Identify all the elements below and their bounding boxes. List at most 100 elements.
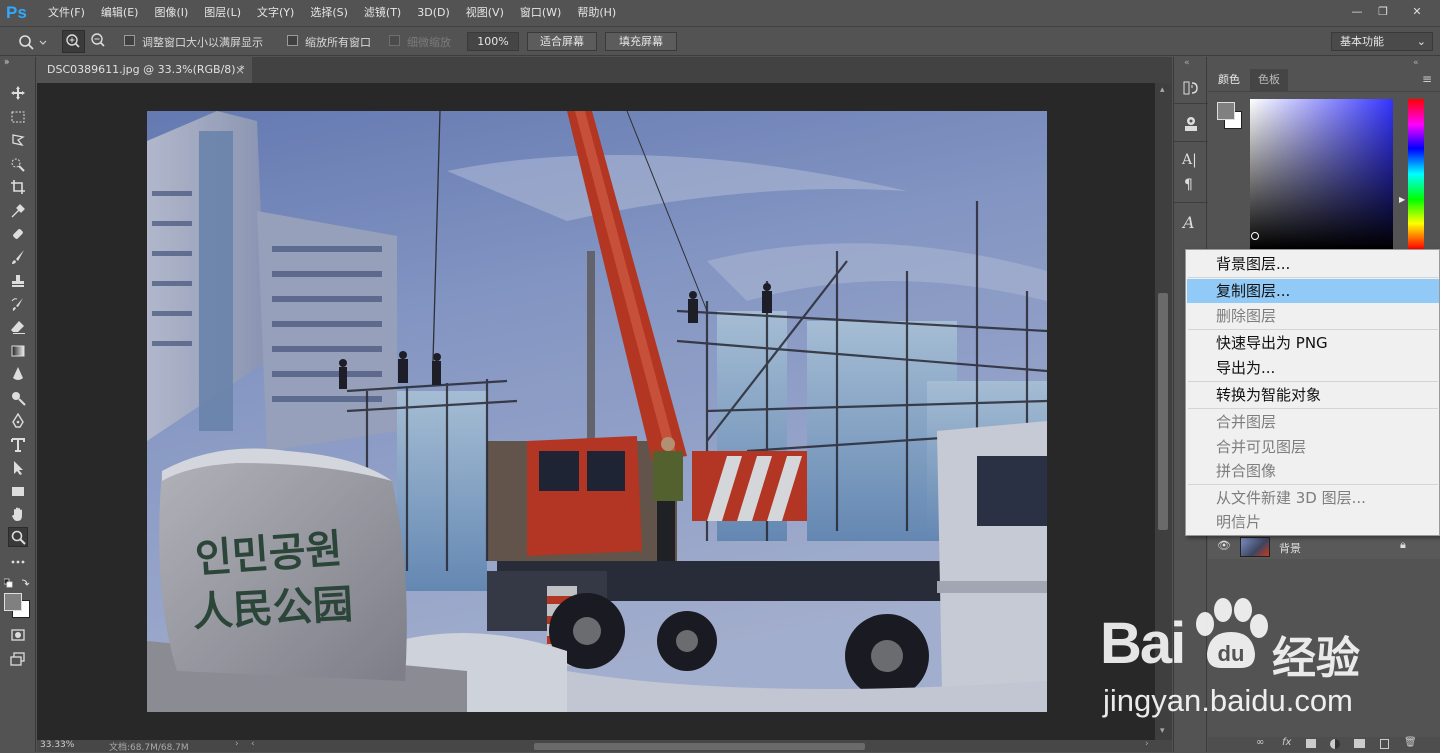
close-tab-icon[interactable]: × <box>235 57 245 83</box>
screen-mode-icon[interactable] <box>8 649 28 669</box>
menu-item-quick-export-png[interactable]: 快速导出为 PNG <box>1187 331 1439 355</box>
blur-tool-icon[interactable] <box>8 364 28 384</box>
move-tool-icon[interactable] <box>8 83 28 103</box>
minimize-button[interactable]: — <box>1346 4 1368 20</box>
layer-name[interactable]: 背景 <box>1279 540 1301 556</box>
adjustment-layer-icon[interactable] <box>1330 739 1340 749</box>
collapse-panel-icon[interactable]: « <box>1413 58 1419 68</box>
healing-brush-tool-icon[interactable] <box>8 224 28 244</box>
baidu-paw-icon: du <box>1196 598 1268 668</box>
new-layer-icon[interactable] <box>1380 739 1389 749</box>
new-group-icon[interactable] <box>1354 739 1365 748</box>
scroll-up-icon[interactable]: ▴ <box>1160 85 1165 95</box>
layer-row[interactable]: 👁 背景 🔒︎ <box>1208 535 1440 559</box>
scroll-left-icon[interactable]: ‹ <box>251 739 255 749</box>
menu-image[interactable]: 图像(I) <box>146 0 196 26</box>
menu-item-flatten-image[interactable]: 拼合图像 <box>1187 459 1439 483</box>
fit-screen-button[interactable]: 适合屏幕 <box>527 32 597 51</box>
menu-view[interactable]: 视图(V) <box>458 0 512 26</box>
status-zoom[interactable]: 33.33% <box>40 740 74 750</box>
zoom-out-button[interactable] <box>88 30 111 53</box>
menu-item-background-layer[interactable]: 背景图层... <box>1187 252 1439 276</box>
clone-stamp-tool-icon[interactable] <box>8 271 28 291</box>
status-menu-arrow-icon[interactable]: › <box>235 739 239 749</box>
fill-screen-button[interactable]: 填充屏幕 <box>605 32 677 51</box>
tools-panel: » <box>0 57 36 752</box>
tab-swatches[interactable]: 色板 <box>1250 69 1288 91</box>
menu-3d[interactable]: 3D(D) <box>409 0 458 26</box>
swap-colors-icon[interactable] <box>3 577 32 589</box>
tab-color[interactable]: 颜色 <box>1210 69 1248 91</box>
rectangle-tool-icon[interactable] <box>8 481 28 501</box>
menu-item-merge-layers[interactable]: 合并图层 <box>1187 410 1439 434</box>
color-picker-field[interactable] <box>1250 99 1393 249</box>
zoom-all-checkbox[interactable] <box>287 35 298 46</box>
glyphs-panel-icon[interactable]: A <box>1183 213 1201 232</box>
more-tools-icon[interactable] <box>8 552 28 572</box>
menu-item-delete-layer[interactable]: 删除图层 <box>1187 304 1439 328</box>
history-brush-tool-icon[interactable] <box>8 294 28 314</box>
eraser-tool-icon[interactable] <box>8 317 28 337</box>
workspace-switcher[interactable]: 基本功能 ⌄ <box>1331 32 1433 51</box>
eyedropper-tool-icon[interactable] <box>8 201 28 221</box>
document-tab[interactable]: DSC0389611.jpg @ 33.3%(RGB/8) * × <box>37 57 252 83</box>
fx-icon[interactable]: fx <box>1282 737 1291 748</box>
menu-item-new-3d-layer[interactable]: 从文件新建 3D 图层... <box>1187 486 1439 510</box>
hue-slider-marker-icon[interactable]: ▶ <box>1399 195 1405 204</box>
baidu-watermark-jingyan: 经验 <box>1272 633 1360 684</box>
adjustments-panel-icon[interactable] <box>1182 115 1200 133</box>
document-photo[interactable]: 인민공원 人民公园 <box>147 111 1047 712</box>
menu-type[interactable]: 文字(Y) <box>249 0 302 26</box>
menu-item-merge-visible[interactable]: 合并可见图层 <box>1187 435 1439 459</box>
menu-file[interactable]: 文件(F) <box>40 0 93 26</box>
dodge-tool-icon[interactable] <box>8 388 28 408</box>
hue-slider[interactable] <box>1408 99 1424 249</box>
quick-mask-icon[interactable] <box>8 625 28 645</box>
vertical-scroll-thumb[interactable] <box>1158 293 1168 530</box>
close-window-button[interactable]: ✕ <box>1406 4 1428 20</box>
foreground-color-swatch[interactable] <box>4 593 22 611</box>
tool-preset-picker[interactable] <box>16 32 50 52</box>
menu-item-duplicate-layer[interactable]: 复制图层... <box>1187 279 1439 303</box>
path-selection-tool-icon[interactable] <box>8 458 28 478</box>
zoom-percent-field[interactable]: 100% <box>467 32 519 51</box>
color-picker-cursor[interactable] <box>1251 232 1259 240</box>
pen-tool-icon[interactable] <box>8 411 28 431</box>
panel-menu-icon[interactable]: ≡ <box>1422 72 1432 86</box>
gradient-tool-icon[interactable] <box>8 341 28 361</box>
menu-filter[interactable]: 滤镜(T) <box>356 0 409 26</box>
menu-select[interactable]: 选择(S) <box>302 0 356 26</box>
horizontal-scroll-thumb[interactable] <box>534 743 865 750</box>
menu-layer[interactable]: 图层(L) <box>196 0 249 26</box>
zoom-tool-icon[interactable] <box>8 527 28 547</box>
restore-button[interactable]: ❐ <box>1372 4 1394 20</box>
panel-foreground-swatch[interactable] <box>1217 102 1235 120</box>
character-panel-icon[interactable]: A| <box>1182 152 1200 170</box>
collapse-left-icon[interactable]: » <box>4 57 10 67</box>
type-tool-icon[interactable] <box>8 435 28 455</box>
menu-item-postcard[interactable]: 明信片 <box>1187 510 1439 534</box>
menu-edit[interactable]: 编辑(E) <box>93 0 147 26</box>
paragraph-panel-icon[interactable]: ¶ <box>1184 177 1202 195</box>
hand-tool-icon[interactable] <box>8 504 28 524</box>
menu-item-export-as[interactable]: 导出为... <box>1187 356 1439 380</box>
menu-window[interactable]: 窗口(W) <box>512 0 569 26</box>
link-layers-icon[interactable]: ∞ <box>1256 737 1264 748</box>
quick-select-tool-icon[interactable] <box>8 154 28 174</box>
zoom-in-button[interactable] <box>62 30 85 53</box>
expand-dock-icon[interactable]: « <box>1184 58 1190 68</box>
lasso-tool-icon[interactable] <box>8 130 28 150</box>
scroll-right-icon[interactable]: › <box>1145 739 1149 749</box>
resize-windows-checkbox[interactable] <box>124 35 135 46</box>
add-mask-icon[interactable] <box>1306 739 1316 748</box>
history-panel-icon[interactable] <box>1182 79 1200 97</box>
marquee-tool-icon[interactable] <box>8 107 28 127</box>
trash-icon[interactable]: 🗑︎ <box>1404 737 1417 748</box>
crop-tool-icon[interactable] <box>8 177 28 197</box>
brush-tool-icon[interactable] <box>8 247 28 267</box>
eye-visibility-icon[interactable]: 👁 <box>1217 539 1231 552</box>
scroll-down-icon[interactable]: ▾ <box>1160 726 1165 736</box>
menu-help[interactable]: 帮助(H) <box>569 0 624 26</box>
scrubby-zoom-checkbox[interactable] <box>389 35 400 46</box>
menu-item-convert-smart-object[interactable]: 转换为智能对象 <box>1187 383 1439 407</box>
